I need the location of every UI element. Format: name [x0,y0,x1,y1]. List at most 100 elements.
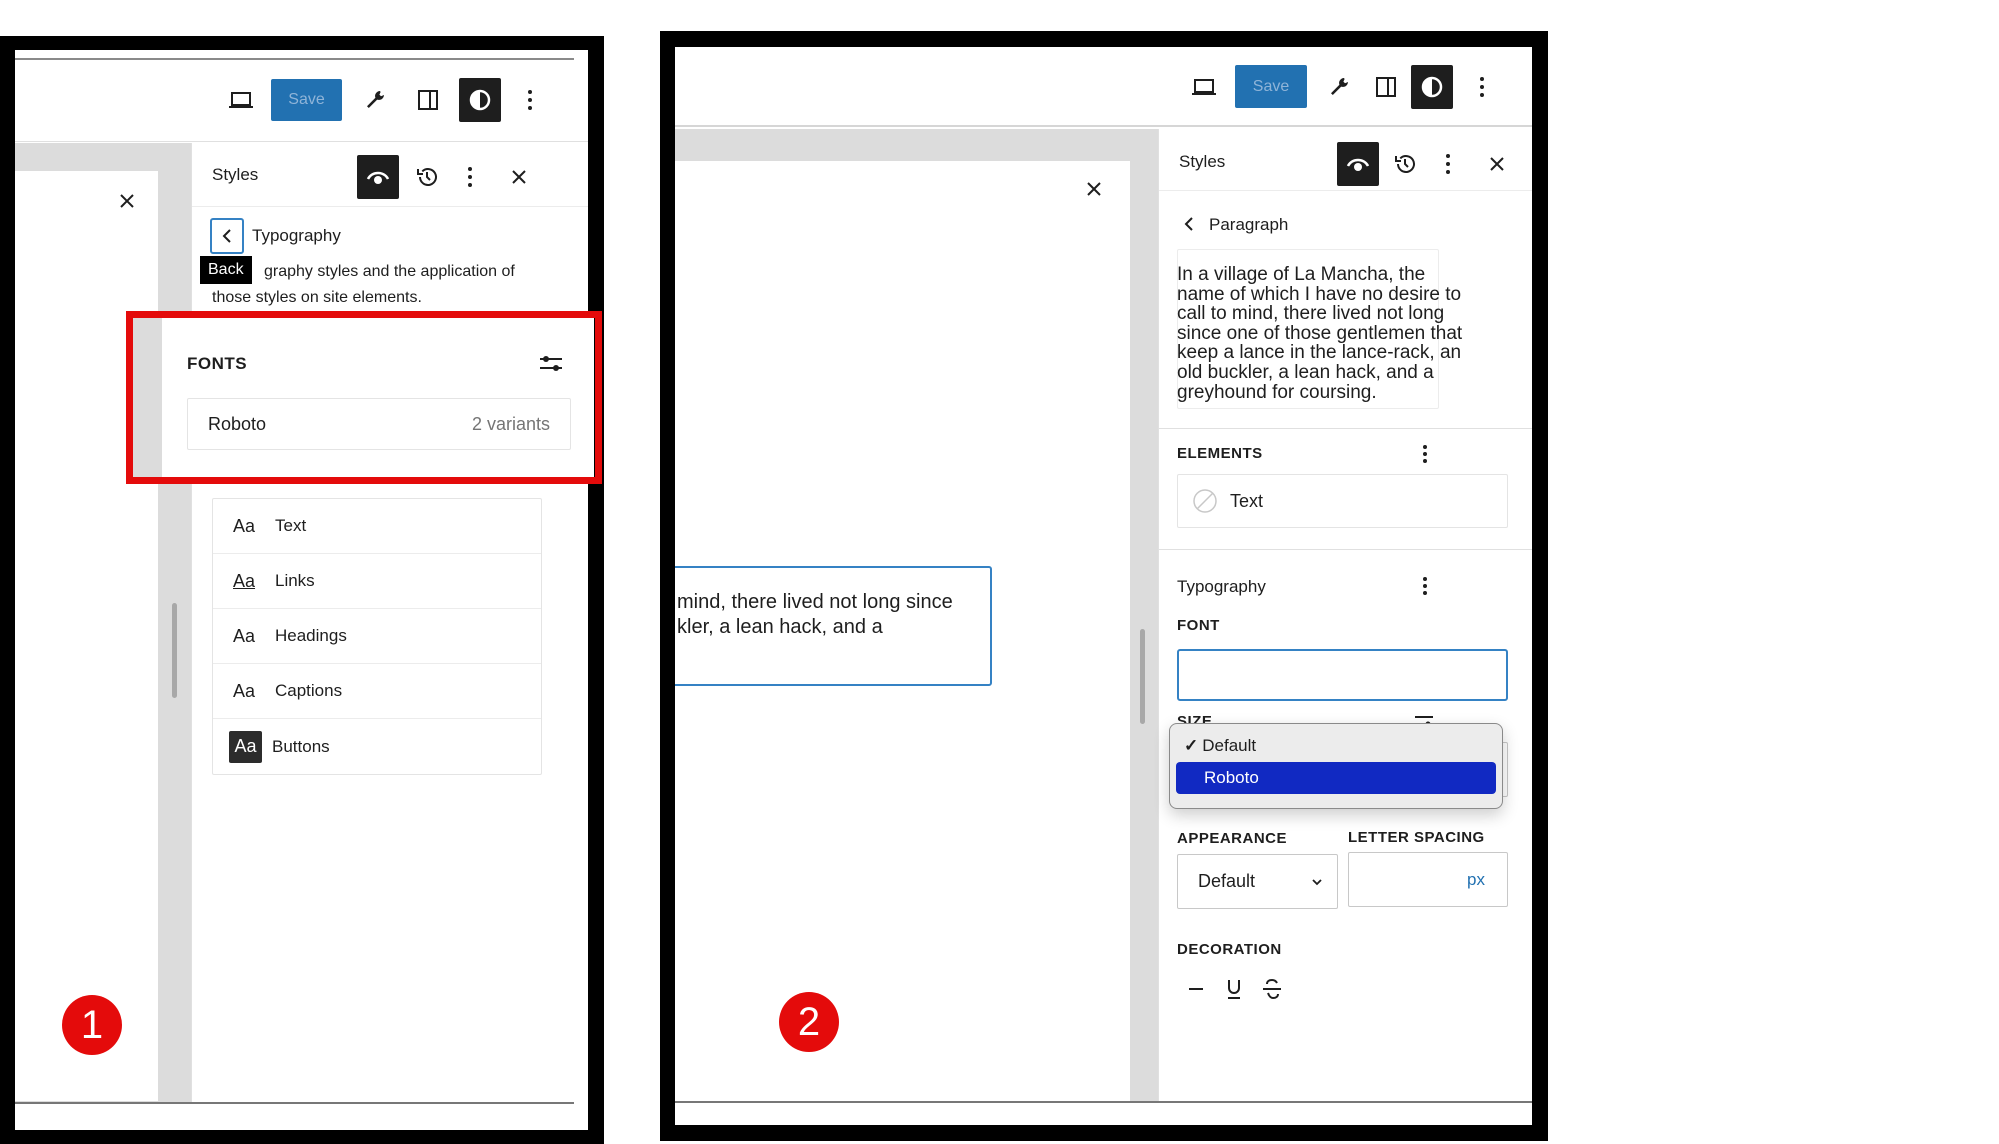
element-item-text[interactable]: Text [1177,474,1508,528]
eye-icon [1346,156,1370,172]
element-label: Captions [275,681,343,700]
panel-close-button[interactable] [499,157,539,197]
section-divider [1159,549,1532,550]
element-item-links[interactable]: Aa Links [213,554,541,609]
element-label: Text [1230,490,1264,511]
step-badge: 1 [62,995,122,1055]
nav-title: Typography [252,226,341,245]
preview-line: since one of those gentlemen that [1177,322,1463,344]
chevron-left-icon [222,228,232,244]
history-icon [1393,152,1417,176]
wrench-icon [1328,76,1350,98]
save-button[interactable]: Save [1235,65,1307,108]
vertical-ellipsis-icon [1479,76,1485,98]
preview-line: In a village of La Mancha, the [1177,264,1426,285]
preview-line: old buckler, a lean hack, and a [1177,361,1434,383]
screen2: Save mind, there lived not long since kl… [675,47,1532,1125]
device-preview-button[interactable] [1184,67,1224,107]
element-item-headings[interactable]: Aa Headings [213,609,541,664]
decoration-strikethrough-button[interactable] [1257,974,1287,1004]
typography-title: Typography [1177,577,1266,596]
editor-toolbar: Save [15,50,588,142]
element-label: Buttons [272,736,330,756]
styles-button[interactable] [459,78,501,122]
styles-panel-header: Styles [1159,129,1532,191]
revisions-button[interactable] [407,157,447,197]
back-button[interactable] [1177,209,1201,239]
typography-description: graphy styles and the application of tho… [212,259,582,311]
sidebar-toggle-button[interactable] [408,80,448,120]
element-label: Links [275,571,315,590]
underline-icon [1226,978,1242,1000]
canvas-close-button[interactable] [113,187,141,215]
font-option-roboto[interactable]: Roboto [1176,762,1496,794]
font-option-default[interactable]: ✓ Default [1176,730,1496,762]
screen-bottom-line [15,1102,574,1104]
styles-panel: Styles Typography graphy styles and the … [191,143,588,1103]
back-button[interactable] [210,218,244,254]
panel-close-button[interactable] [1477,144,1517,184]
chevron-down-icon [1311,878,1323,886]
editor-canvas [15,143,191,1103]
element-label: Text [275,516,307,535]
styles-panel: Styles Paragraph In a village of La Manc… [1158,129,1532,1101]
half-circle-contrast-icon [468,88,492,112]
vertical-ellipsis-icon [1445,153,1451,175]
save-button[interactable]: Save [271,79,342,121]
canvas-close-button[interactable] [1080,175,1108,203]
appearance-value: Default [1198,871,1256,891]
font-select[interactable] [1177,649,1508,701]
style-book-button[interactable] [1337,142,1379,186]
selected-paragraph-block[interactable]: mind, there lived not long since kler, a… [675,566,992,686]
heading-element-icon: Aa [233,625,256,646]
options-button[interactable] [515,80,545,120]
eye-icon [366,169,390,185]
description-line: graphy styles and the application of [264,263,515,280]
close-icon [1489,156,1505,172]
close-icon [511,169,527,185]
decoration-none-button[interactable] [1181,974,1211,1004]
nav-title: Paragraph [1209,215,1289,234]
close-icon [119,193,135,209]
text-element-icon: Aa [233,515,256,536]
styles-button[interactable] [1411,65,1453,109]
canvas-scrollbar[interactable] [172,603,177,698]
options-button[interactable] [1467,67,1497,107]
sidebar-panel-icon [1375,76,1397,98]
close-icon [1086,181,1102,197]
description-line: those styles on site elements. [212,289,422,306]
laptop-icon [1191,77,1217,97]
element-item-buttons[interactable]: Aa Buttons [213,719,541,774]
element-item-text[interactable]: Aa Text [213,499,541,554]
panel-options-button[interactable] [1433,144,1463,184]
element-item-captions[interactable]: Aa Captions [213,664,541,719]
link-element-icon: Aa [233,570,256,591]
tools-button[interactable] [355,80,395,120]
element-label: Headings [275,626,347,645]
letter-spacing-label: LETTER SPACING [1348,829,1485,846]
elements-options-button[interactable] [1413,439,1437,469]
sidebar-panel-icon [417,89,439,111]
tools-button[interactable] [1319,67,1359,107]
option-label: Roboto [1204,768,1259,787]
sidebar-toggle-button[interactable] [1366,67,1406,107]
appearance-select[interactable]: Default [1177,854,1338,909]
letter-spacing-input[interactable]: px [1348,852,1508,907]
vertical-ellipsis-icon [467,166,473,188]
typography-options-button[interactable] [1413,571,1437,601]
panel-title: Styles [1179,152,1226,171]
vertical-ellipsis-icon [1422,576,1428,596]
style-book-button[interactable] [357,155,399,199]
preview-line: call to mind, there lived not long [1177,303,1445,325]
highlight-box [126,311,602,484]
half-circle-contrast-icon [1420,75,1444,99]
device-preview-button[interactable] [221,80,261,120]
letter-spacing-unit[interactable]: px [1467,870,1485,890]
panel-options-button[interactable] [455,157,485,197]
canvas-scrollbar[interactable] [1140,629,1145,724]
option-label: Default [1202,736,1257,755]
elements-label: ELEMENTS [1177,445,1263,462]
revisions-button[interactable] [1385,144,1425,184]
decoration-underline-button[interactable] [1219,974,1249,1004]
block-text-line: kler, a lean hack, and a [677,616,883,638]
